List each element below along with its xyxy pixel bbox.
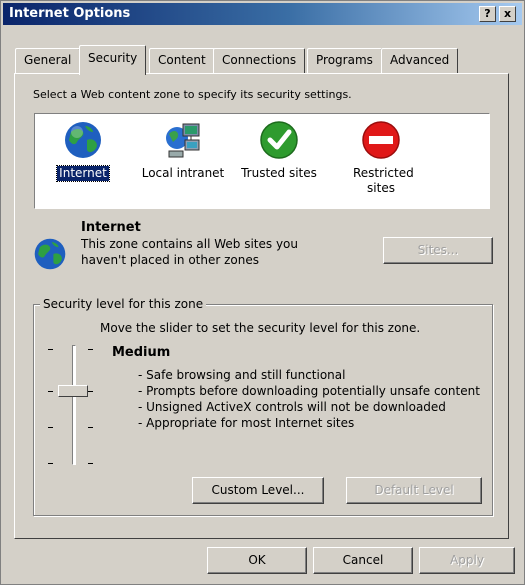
slider-tick: [48, 427, 53, 428]
slider-tick: [88, 463, 93, 464]
close-icon: x: [503, 7, 512, 20]
network-computer-icon: [166, 123, 200, 158]
security-level-group: Security level for this zone Move the sl…: [33, 297, 493, 516]
close-button[interactable]: x: [499, 6, 516, 22]
tab-content[interactable]: Content: [149, 48, 215, 73]
slider-tick: [88, 391, 93, 392]
slider-track[interactable]: [72, 345, 76, 465]
slider-tick: [48, 463, 53, 464]
level-bullet: - Appropriate for most Internet sites: [138, 416, 355, 430]
selected-zone-globe-icon: [34, 238, 66, 270]
help-icon: ?: [484, 7, 491, 20]
title-bar[interactable]: Internet Options ? x: [3, 3, 522, 25]
checkmark-icon: [260, 121, 298, 159]
slider-tick: [48, 349, 53, 350]
selected-zone-desc-line2: haven't placed in other zones: [81, 253, 260, 267]
security-tab-panel: Select a Web content zone to specify its…: [14, 73, 509, 539]
tab-connections[interactable]: Connections: [213, 48, 306, 73]
slider-hint: Move the slider to set the security leve…: [100, 321, 421, 335]
slider-tick: [48, 391, 53, 392]
level-bullet: - Prompts before downloading potentially…: [138, 384, 480, 398]
cancel-button[interactable]: Cancel: [313, 547, 413, 574]
zone-internet[interactable]: Internet: [37, 120, 129, 182]
zone-list[interactable]: Internet Local intranet Trusted sites Re…: [34, 113, 490, 209]
tab-advanced[interactable]: Advanced: [381, 48, 459, 73]
ok-button[interactable]: OK: [207, 547, 307, 574]
restricted-icon: [362, 121, 400, 159]
help-button[interactable]: ?: [479, 6, 496, 22]
internet-options-window: Internet Options ? x General Security Co…: [0, 0, 525, 585]
apply-button[interactable]: Apply: [419, 547, 515, 574]
selected-zone-name: Internet: [81, 220, 141, 235]
security-level-name: Medium: [112, 345, 171, 360]
zone-restricted-sites-label: Restricted sites: [353, 166, 414, 195]
zone-instruction: Select a Web content zone to specify its…: [33, 88, 352, 101]
security-level-title: Security level for this zone: [40, 297, 207, 311]
zone-local-intranet[interactable]: Local intranet: [137, 120, 229, 181]
zone-trusted-sites-label: Trusted sites: [241, 166, 317, 180]
tab-general[interactable]: General: [15, 48, 81, 73]
zone-trusted-sites[interactable]: Trusted sites: [233, 120, 325, 181]
zone-internet-label: Internet: [56, 165, 110, 182]
level-bullet: - Safe browsing and still functional: [138, 368, 346, 382]
zone-local-intranet-label: Local intranet: [141, 166, 225, 180]
zone-restricted-sites[interactable]: Restricted sites: [335, 120, 427, 196]
slider-tick: [88, 349, 93, 350]
globe-icon: [65, 122, 101, 158]
slider-thumb[interactable]: [58, 385, 88, 397]
tab-security[interactable]: Security: [79, 45, 147, 75]
custom-level-button[interactable]: Custom Level...: [192, 477, 324, 504]
slider-tick: [88, 427, 93, 428]
level-bullet: - Unsigned ActiveX controls will not be …: [138, 400, 446, 414]
tab-programs[interactable]: Programs: [307, 48, 382, 73]
window-title: Internet Options: [9, 6, 131, 21]
sites-button[interactable]: Sites...: [383, 237, 493, 264]
selected-zone-desc-line1: This zone contains all Web sites you: [81, 237, 298, 251]
default-level-button[interactable]: Default Level: [346, 477, 482, 504]
